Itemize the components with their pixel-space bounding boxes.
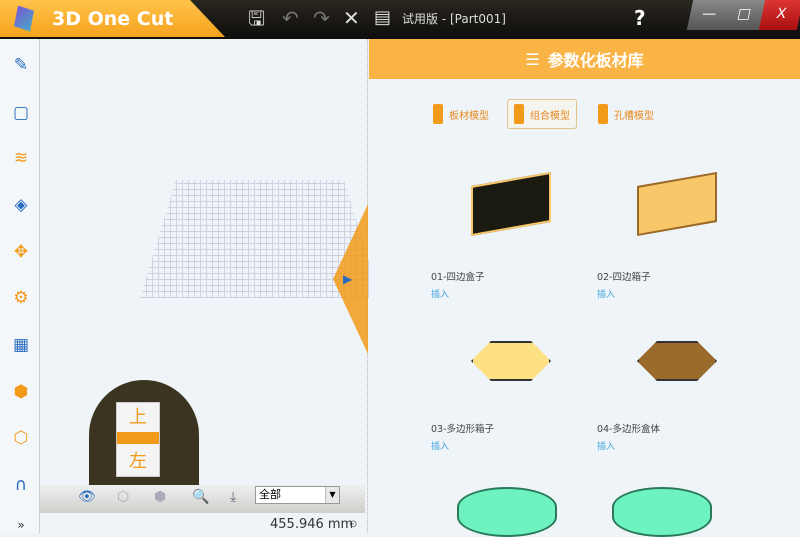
tab-label: 组合模型 [530, 110, 570, 122]
move-icon[interactable]: ✥ [10, 241, 32, 263]
combo-model-icon [514, 104, 524, 124]
gear-add-icon[interactable]: ⚙ [10, 287, 32, 309]
logo-icon [14, 5, 34, 32]
eye-icon[interactable]: 👁 [78, 489, 96, 505]
gear-model-thumbnail[interactable] [457, 487, 557, 537]
panel-header: ☰ 参数化板材库 [369, 39, 800, 79]
panel-title: 参数化板材库 [547, 51, 644, 70]
item-name: 01-四边盒子 [431, 272, 485, 283]
download-icon[interactable]: ⤓ [230, 489, 236, 505]
library-item[interactable]: 02-四边箱子 插入 [597, 149, 777, 300]
sketch-pen-icon[interactable]: ✎ [10, 54, 32, 76]
close-doc-icon[interactable]: ✕ [343, 6, 360, 30]
library-item[interactable]: 04-多边形盒体 插入 [597, 301, 777, 452]
box-open-icon[interactable]: ⬡ [10, 427, 32, 449]
tab-label: 板材模型 [449, 110, 489, 122]
view-cube[interactable]: 上 左 [89, 380, 199, 490]
view-toolbar: 👁 ⬡ ⬢ 🔍 ⤓ 全部 ▼ [40, 485, 365, 513]
wireframe-cube-icon[interactable]: ⬡ [117, 489, 129, 505]
item-name: 03-多边形箱子 [431, 424, 495, 435]
distance-dropdown-icon[interactable]: ⊙ [349, 519, 357, 530]
stack-icon[interactable]: ◈ [10, 194, 32, 216]
library-icon: ☰ [525, 49, 540, 69]
board-model-icon [433, 104, 443, 124]
left-toolbar: ✎ ▢ ≋ ◈ ✥ ⚙ ▦ ⬢ ⬡ ∩ » [0, 39, 40, 533]
insert-link[interactable]: 插入 [597, 439, 777, 452]
view-cube-edge [117, 432, 159, 444]
help-button[interactable]: ? [634, 6, 646, 30]
document-title: 试用版 - [Part001] [402, 12, 506, 26]
item-name: 02-四边箱子 [597, 272, 651, 283]
view-cube-face: 上 左 [116, 402, 160, 477]
app-name: 3D One Cut [52, 7, 174, 30]
item-thumbnail [431, 149, 611, 269]
gear-model-thumbnail[interactable] [612, 487, 712, 537]
magnet-icon[interactable]: ∩ [10, 474, 32, 496]
item-thumbnail [597, 301, 777, 421]
item-thumbnail [431, 301, 611, 421]
play-icon[interactable]: ▶ [343, 272, 352, 286]
filter-select[interactable]: 全部 ▼ [255, 486, 340, 504]
box-icon[interactable]: ⬢ [10, 381, 32, 403]
layout-icon[interactable]: ▦ [10, 334, 32, 356]
redo-icon[interactable]: ↷ [313, 6, 330, 30]
shaded-cube-icon[interactable]: ⬢ [154, 489, 166, 505]
chevron-down-icon: ▼ [325, 487, 339, 503]
view-front-label: 左 [129, 451, 147, 472]
document-icon[interactable]: ▤ [374, 6, 391, 30]
tab-board-models[interactable]: 板材模型 [427, 99, 495, 129]
distance-readout: 455.946 mm [270, 517, 354, 532]
tab-hole-models[interactable]: 孔槽模型 [592, 99, 660, 129]
library-item[interactable]: 03-多边形箱子 插入 [431, 301, 611, 452]
undo-icon[interactable]: ↶ [282, 6, 299, 30]
title-bar: 3D One Cut 🖫 ↶ ↷ ✕ ▤ 试用版 - [Part001] ? —… [0, 0, 800, 39]
sheet-icon[interactable]: ▢ [10, 102, 32, 124]
filter-value: 全部 [259, 488, 281, 501]
view-top-label: 上 [129, 407, 147, 428]
layers-icon[interactable]: ≋ [10, 147, 32, 169]
zoom-icon[interactable]: 🔍 [192, 489, 209, 505]
insert-link[interactable]: 插入 [597, 287, 777, 300]
insert-link[interactable]: 插入 [431, 439, 611, 452]
hole-model-icon [598, 104, 608, 124]
item-thumbnail [597, 149, 777, 269]
tab-label: 孔槽模型 [614, 110, 654, 122]
library-item[interactable]: 01-四边盒子 插入 [431, 149, 611, 300]
app-logo: 3D One Cut [0, 0, 225, 37]
item-name: 04-多边形盒体 [597, 424, 661, 435]
save-icon[interactable]: 🖫 [248, 6, 265, 30]
close-button[interactable]: X [758, 0, 800, 30]
board-library-panel: ☰ 参数化板材库 板材模型 组合模型 孔槽模型 01-四边盒子 插入 02-四边箱… [369, 39, 800, 537]
insert-link[interactable]: 插入 [431, 287, 611, 300]
tab-combo-models[interactable]: 组合模型 [507, 99, 577, 129]
